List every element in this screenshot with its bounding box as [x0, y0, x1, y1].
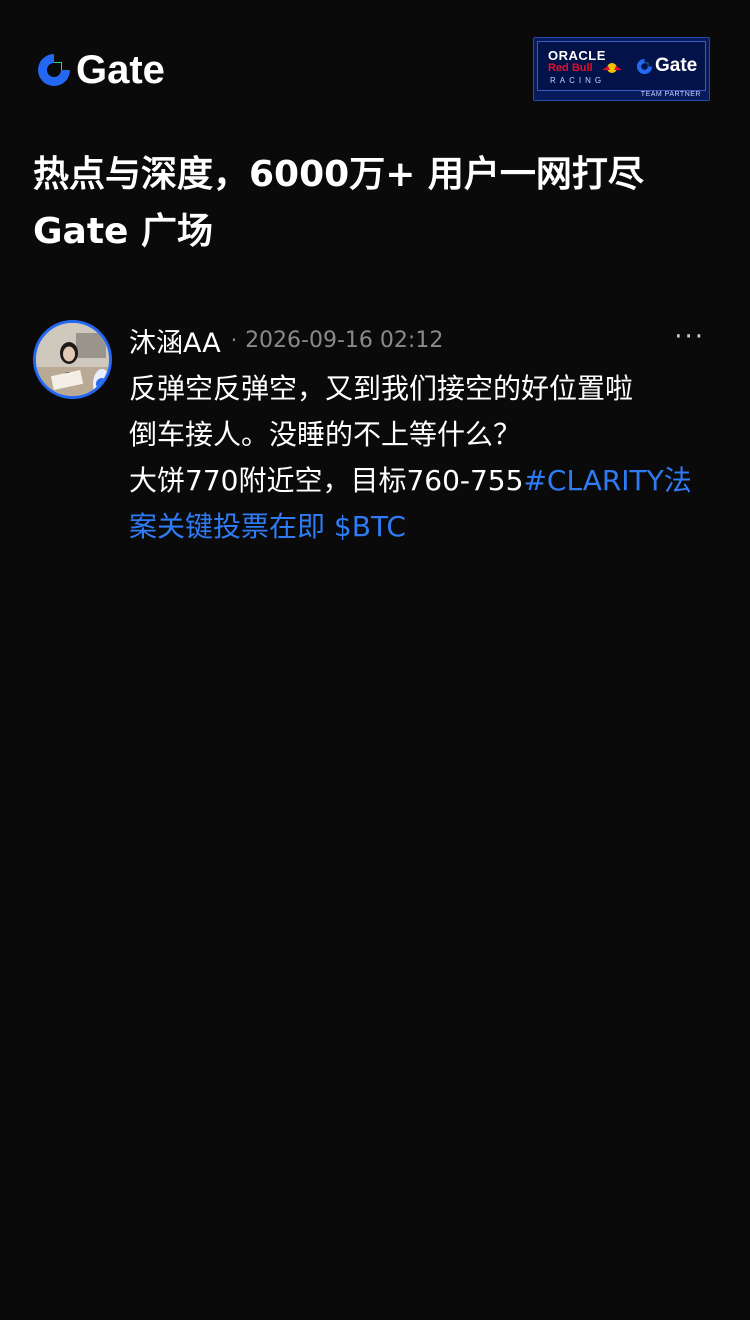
post-username[interactable]: 沐涵AA — [129, 321, 221, 360]
hashtag-clarity-link[interactable]: #CLARITY法 — [523, 464, 691, 497]
partner-frame: ORACLE Red Bull RACING Gate — [537, 41, 706, 91]
cashtag-btc-link[interactable]: $BTC — [334, 510, 406, 543]
post-header: 沐涵AA · 2026-09-16 02:12 ··· — [129, 321, 719, 360]
rocket-badge-icon — [90, 369, 109, 396]
separator-dot: · — [230, 328, 238, 352]
team-partner-label: TEAM PARTNER — [640, 91, 701, 98]
oracle-text: ORACLE — [548, 48, 606, 63]
gate-logo[interactable]: Gate — [36, 50, 165, 90]
headline-line-1: 热点与深度，6000万+ 用户一网打尽 — [33, 154, 644, 195]
redbull-bull-icon — [602, 63, 622, 73]
post-content: 反弹空反弹空，又到我们接空的好位置啦 倒车接人。没睡的不上等什么？ 大饼770附… — [129, 366, 719, 550]
post-line-3: 大饼770附近空，目标760-755#CLARITY法 — [129, 458, 719, 504]
partner-gate-logo: Gate — [636, 55, 697, 77]
post-line-4: 案关键投票在即 $BTC — [129, 504, 719, 550]
app-header: Gate ORACLE Red Bull RACING Gate TEAM PA… — [0, 0, 750, 110]
redbull-text: Red Bull — [548, 62, 593, 74]
headline-line-2: Gate 广场 — [33, 211, 214, 252]
more-options-icon[interactable]: ··· — [674, 322, 705, 352]
page-headline: 热点与深度，6000万+ 用户一网打尽 Gate 广场 — [33, 146, 723, 260]
team-partner-banner[interactable]: ORACLE Red Bull RACING Gate TEAM PARTNER — [533, 37, 710, 101]
gate-logo-icon — [38, 54, 70, 86]
racing-text: RACING — [550, 76, 606, 85]
hashtag-clarity-link-cont[interactable]: 案关键投票在即 — [129, 510, 325, 543]
post-timestamp: 2026-09-16 02:12 — [245, 327, 444, 353]
partner-gate-text: Gate — [655, 55, 698, 76]
avatar[interactable] — [33, 320, 112, 399]
post-line-2: 倒车接人。没睡的不上等什么？ — [129, 418, 522, 451]
post-line-3-text: 大饼770附近空，目标760-755 — [129, 464, 524, 497]
gate-logo-text: Gate — [76, 48, 165, 92]
post-line-1: 反弹空反弹空，又到我们接空的好位置啦 — [129, 372, 634, 405]
gate-logo-icon — [636, 58, 653, 74]
